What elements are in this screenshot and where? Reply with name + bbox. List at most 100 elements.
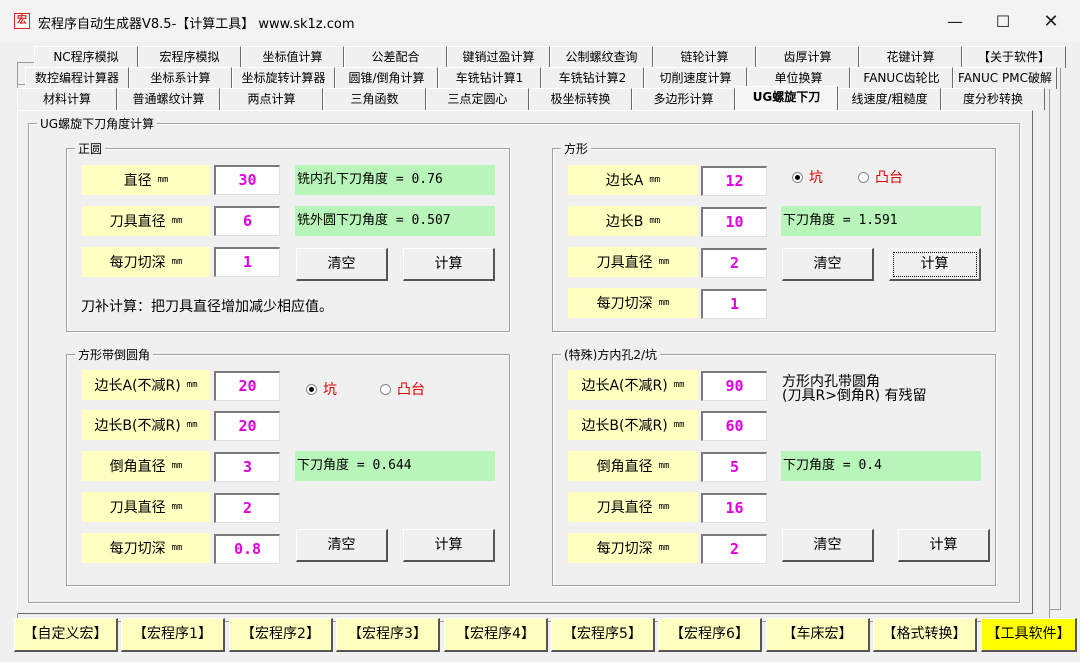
chamfer-depth-input[interactable]: 0.8 (214, 534, 280, 564)
tab-row3-8[interactable]: 线速度/粗糙度 (838, 88, 941, 110)
square-group-title: 方形 (561, 140, 592, 157)
chamfer-side-b-input[interactable]: 20 (214, 411, 280, 441)
chamfer-side-a-label: 边长A(不减R) mm (82, 370, 210, 400)
square-side-a-input[interactable]: 12 (701, 166, 767, 196)
tab-row2-8[interactable]: FANUC齿轮比 (850, 67, 953, 89)
app-icon: 宏 (14, 13, 30, 29)
tab-row1-3[interactable]: 公差配合 (344, 46, 447, 68)
radio-unselected-icon (380, 383, 391, 395)
tab-row2-2[interactable]: 坐标旋转计算器 (232, 67, 335, 89)
square-angle-result: 下刀角度 = 1.591 (781, 206, 981, 236)
bottom-button-9[interactable]: 【工具软件】 (981, 618, 1077, 652)
square-tool-diameter-input[interactable]: 2 (701, 248, 767, 278)
tab-row1-7[interactable]: 齿厚计算 (756, 46, 859, 68)
circle-note: 刀补计算：把刀具直径增加减少相应值。 (81, 299, 333, 315)
title-bar: 宏 宏程序自动生成器V8.5-【计算工具】 www.sk1z.com — ☐ ✕ (0, 0, 1080, 42)
bottom-button-0[interactable]: 【自定义宏】 (14, 618, 118, 652)
bottom-button-3[interactable]: 【宏程序3】 (336, 618, 440, 652)
tab-row2-5[interactable]: 车铣钻计算2 (541, 67, 644, 89)
maximize-icon[interactable]: ☐ (980, 0, 1026, 42)
tab-row1-2[interactable]: 坐标值计算 (241, 46, 344, 68)
special-angle-result: 下刀角度 = 0.4 (781, 451, 981, 481)
chamfer-radio-pit[interactable]: 坑 (306, 379, 337, 399)
tab-row3-5[interactable]: 极坐标转换 (529, 88, 632, 110)
bottom-button-8[interactable]: 【格式转换】 (873, 618, 977, 652)
tab-row1-8[interactable]: 花键计算 (859, 46, 962, 68)
tab-row3-4[interactable]: 三点定圆心 (426, 88, 529, 110)
minimize-icon[interactable]: — (932, 0, 978, 42)
chamfer-group-title: 方形带倒圆角 (75, 346, 154, 363)
special-side-a-label: 边长A(不减R) mm (568, 370, 698, 400)
radio-selected-icon (306, 383, 317, 395)
square-calc-button[interactable]: 计算 (889, 248, 981, 281)
special-fillet-diameter-label: 倒角直径 mm (568, 451, 698, 481)
circle-diameter-input[interactable]: 30 (214, 165, 280, 195)
tab-row3-9[interactable]: 度分秒转换 (941, 88, 1045, 110)
tab-row3-6[interactable]: 多边形计算 (632, 88, 735, 110)
tab-row1-6[interactable]: 链轮计算 (653, 46, 756, 68)
chamfer-calc-button[interactable]: 计算 (403, 529, 495, 562)
special-depth-label: 每刀切深 mm (568, 533, 698, 563)
chamfer-depth-label: 每刀切深 mm (82, 533, 210, 563)
square-depth-label: 每刀切深 mm (568, 288, 698, 318)
tab-row2-1[interactable]: 坐标系计算 (129, 67, 232, 89)
bottom-button-1[interactable]: 【宏程序1】 (121, 618, 225, 652)
chamfer-angle-result: 下刀角度 = 0.644 (295, 451, 495, 481)
special-clear-button[interactable]: 清空 (782, 529, 874, 562)
window-title: 宏程序自动生成器V8.5-【计算工具】 www.sk1z.com (38, 17, 355, 32)
tab-row3-1[interactable]: 普通螺纹计算 (117, 88, 220, 110)
special-group-title: (特殊)方内孔2/坑 (561, 346, 661, 363)
special-calc-button[interactable]: 计算 (898, 529, 990, 562)
chamfer-side-a-input[interactable]: 20 (214, 371, 280, 401)
tab-row2-0[interactable]: 数控编程计算器 (25, 67, 129, 89)
radio-selected-icon (792, 171, 803, 183)
tab-row1-5[interactable]: 公制螺纹查询 (550, 46, 653, 68)
chamfer-radio-boss[interactable]: 凸台 (380, 379, 425, 399)
tab-row1-9[interactable]: 【关于软件】 (962, 46, 1066, 68)
tab-row3-7[interactable]: UG螺旋下刀 (735, 86, 838, 110)
special-side-b-input[interactable]: 60 (701, 411, 767, 441)
chamfer-fillet-diameter-label: 倒角直径 mm (82, 451, 210, 481)
circle-outer-angle-result: 铣外圆下刀角度 = 0.507 (295, 206, 495, 236)
circle-inner-angle-result: 铣内孔下刀角度 = 0.76 (295, 165, 495, 195)
special-depth-input[interactable]: 2 (701, 534, 767, 564)
bottom-button-2[interactable]: 【宏程序2】 (229, 618, 333, 652)
bottom-button-6[interactable]: 【宏程序6】 (658, 618, 762, 652)
bottom-button-4[interactable]: 【宏程序4】 (444, 618, 548, 652)
tab-row3-0[interactable]: 材料计算 (17, 88, 117, 110)
close-icon[interactable]: ✕ (1028, 0, 1074, 42)
tab-row2-9[interactable]: FANUC PMC破解 (953, 67, 1057, 89)
chamfer-tool-diameter-label: 刀具直径 mm (82, 492, 210, 522)
special-fillet-diameter-input[interactable]: 5 (701, 452, 767, 482)
tab-row1-1[interactable]: 宏程序模拟 (138, 46, 241, 68)
chamfer-tool-diameter-input[interactable]: 2 (214, 493, 280, 523)
square-tool-diameter-label: 刀具直径 mm (568, 247, 698, 277)
square-clear-button[interactable]: 清空 (782, 248, 874, 281)
circle-depth-input[interactable]: 1 (214, 247, 280, 277)
ug-helical-panel: UG螺旋下刀角度计算 正圆 方形 方形带倒圆角 (特殊)方内孔2/坑 直径 mm … (17, 110, 1033, 614)
tab-row3-3[interactable]: 三角函数 (323, 88, 426, 110)
square-side-a-label: 边长A mm (568, 165, 698, 195)
tab-row1-4[interactable]: 键销过盈计算 (447, 46, 550, 68)
circle-tool-diameter-input[interactable]: 6 (214, 206, 280, 236)
tab-row2-3[interactable]: 圆锥/倒角计算 (335, 67, 438, 89)
square-side-b-label: 边长B mm (568, 206, 698, 236)
tab-row1-0[interactable]: NC程序模拟 (34, 46, 138, 68)
square-radio-pit[interactable]: 坑 (792, 167, 823, 187)
chamfer-clear-button[interactable]: 清空 (296, 529, 388, 562)
circle-clear-button[interactable]: 清空 (296, 248, 388, 281)
chamfer-side-b-label: 边长B(不减R) mm (82, 410, 210, 440)
tab-row3-2[interactable]: 两点计算 (220, 88, 323, 110)
special-side-a-input[interactable]: 90 (701, 371, 767, 401)
square-radio-boss[interactable]: 凸台 (858, 167, 903, 187)
bottom-button-7[interactable]: 【车床宏】 (766, 618, 870, 652)
tab-row2-4[interactable]: 车铣钻计算1 (438, 67, 541, 89)
tab-row2-6[interactable]: 切削速度计算 (644, 67, 747, 89)
chamfer-fillet-diameter-input[interactable]: 3 (214, 452, 280, 482)
bottom-button-5[interactable]: 【宏程序5】 (551, 618, 655, 652)
special-tool-diameter-input[interactable]: 16 (701, 493, 767, 523)
circle-depth-label: 每刀切深 mm (82, 247, 210, 277)
square-side-b-input[interactable]: 10 (701, 207, 767, 237)
circle-calc-button[interactable]: 计算 (403, 248, 495, 281)
square-depth-input[interactable]: 1 (701, 289, 767, 319)
